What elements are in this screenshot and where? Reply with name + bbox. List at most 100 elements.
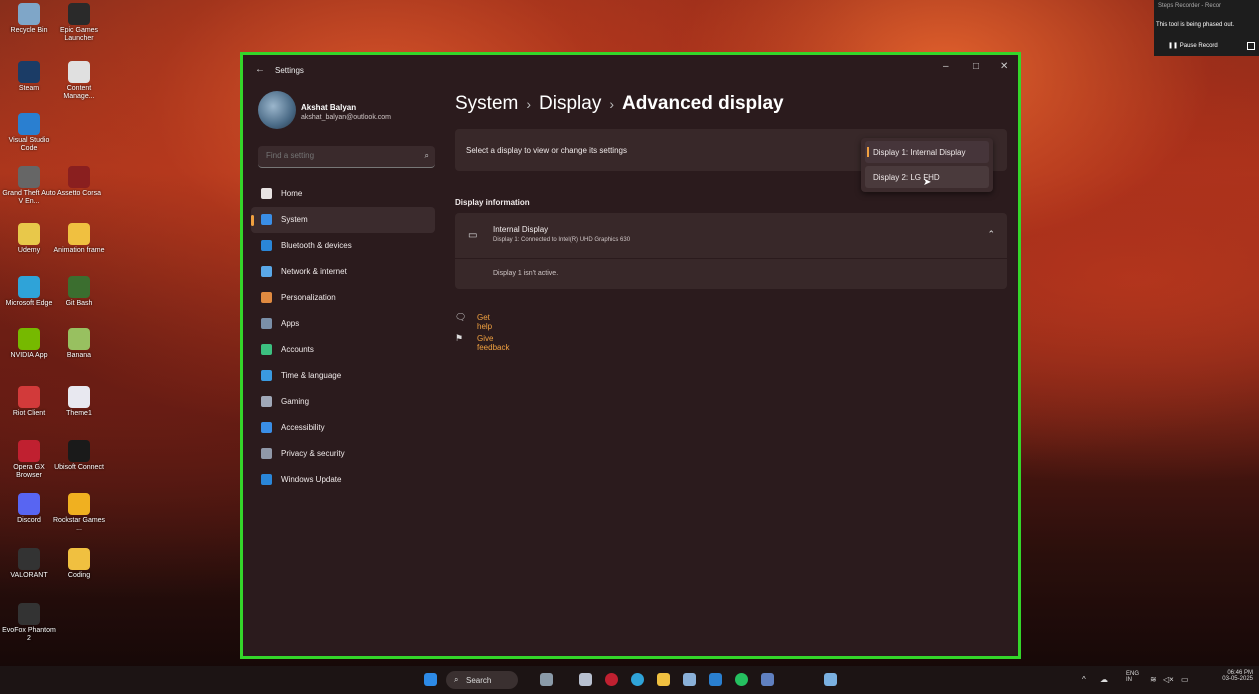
edge-icon[interactable] <box>631 673 644 686</box>
desktop-icon[interactable]: Assetto Corsa <box>52 166 106 198</box>
sidebar-item-accessibility[interactable]: Accessibility <box>251 415 435 441</box>
gaming-icon <box>261 396 272 407</box>
sidebar-item-network[interactable]: Network & internet <box>251 259 435 285</box>
date: 03-05-2025 <box>1222 676 1253 682</box>
sidebar-item-accounts[interactable]: Accounts <box>251 337 435 363</box>
breadcrumb: System › Display › Advanced display <box>455 93 784 115</box>
desktop-icon[interactable]: Udemy <box>2 223 56 255</box>
selected-indicator <box>867 147 869 157</box>
desktop-icon[interactable]: Microsoft Edge <box>2 276 56 308</box>
app-icon <box>18 493 40 515</box>
chevron-up-icon[interactable]: ⌃ <box>987 229 995 240</box>
maximize-button[interactable]: □ <box>973 61 979 72</box>
pause-record-button[interactable]: ❚❚ Pause Record <box>1168 42 1218 49</box>
desktop-icon-label: Riot Client <box>12 410 46 417</box>
taskbar-search[interactable]: ⌕ Search <box>446 671 518 689</box>
sidebar-item-system[interactable]: System <box>251 207 435 233</box>
desktop-icon[interactable]: VALORANT <box>2 548 56 580</box>
app-icon <box>68 223 90 245</box>
sidebar-item-windows-update[interactable]: Windows Update <box>251 467 435 493</box>
widgets-icon[interactable] <box>540 673 553 686</box>
main-content: System › Display › Advanced display Select a… <box>455 85 1007 656</box>
app-icon[interactable] <box>761 673 774 686</box>
store-icon[interactable] <box>683 673 696 686</box>
app-icon <box>18 328 40 350</box>
desktop-icon[interactable]: Grand Theft Auto V En... <box>2 166 56 206</box>
app-icon <box>68 166 90 188</box>
desktop-icon-label: Epic Games Launcher <box>59 27 99 42</box>
desktop-icon-label: Discord <box>17 517 41 524</box>
desktop-icon[interactable]: Coding <box>52 548 106 580</box>
desktop-icon[interactable]: Content Manage... <box>52 61 106 101</box>
profile-name: Akshat Balyan <box>301 103 357 112</box>
dropdown-option-display-1[interactable]: Display 1: Internal Display <box>865 141 989 163</box>
give-feedback-label: Give feedback <box>477 334 510 352</box>
breadcrumb-system[interactable]: System <box>455 93 518 114</box>
opera-gx-icon[interactable] <box>605 673 618 686</box>
app-icon <box>18 166 40 188</box>
clock[interactable]: 06:46 PM 03-05-2025 <box>1203 670 1253 682</box>
whatsapp-icon[interactable] <box>735 673 748 686</box>
sidebar-item-gaming[interactable]: Gaming <box>251 389 435 415</box>
app-icon <box>18 548 40 570</box>
start-icon[interactable] <box>424 673 437 686</box>
display-name: Internal Display <box>493 225 549 234</box>
desktop-icon-label: Ubisoft Connect <box>54 464 104 471</box>
desktop-icon-label: Assetto Corsa <box>57 190 101 197</box>
close-button[interactable]: ✕ <box>1000 61 1008 72</box>
desktop-icon[interactable]: Ubisoft Connect <box>52 440 106 472</box>
sidebar-item-time-language[interactable]: Time & language <box>251 363 435 389</box>
task-view-icon[interactable] <box>579 673 592 686</box>
battery-icon[interactable]: ▭ <box>1181 675 1189 684</box>
sidebar-item-label: Accounts <box>281 345 314 354</box>
sidebar-item-personalization[interactable]: Personalization <box>251 285 435 311</box>
sidebar: Akshat Balyan akshat_balyan@outlook.com … <box>251 85 435 656</box>
desktop-icon[interactable]: Discord <box>2 493 56 525</box>
stop-record-button[interactable] <box>1247 42 1255 50</box>
minimize-button[interactable]: – <box>943 61 949 72</box>
search-input[interactable] <box>264 150 418 161</box>
desktop-icon[interactable]: Epic Games Launcher <box>52 3 106 43</box>
sidebar-item-bluetooth[interactable]: Bluetooth & devices <box>251 233 435 259</box>
network-icon <box>261 266 272 277</box>
desktop-icon[interactable]: Visual Studio Code <box>2 113 56 153</box>
desktop-icon[interactable]: Opera GX Browser <box>2 440 56 480</box>
avatar[interactable] <box>258 91 296 129</box>
back-button[interactable]: ← <box>255 64 265 75</box>
desktop-icon-label: Visual Studio Code <box>8 137 50 152</box>
sidebar-item-home[interactable]: Home <box>251 181 435 207</box>
divider <box>455 258 1007 259</box>
file-explorer-icon[interactable] <box>657 673 670 686</box>
display-information-heading: Display information <box>455 198 530 207</box>
laptop-icon: ▭ <box>468 230 478 241</box>
language-indicator[interactable]: ENG IN <box>1126 671 1139 683</box>
desktop-icon[interactable]: Rockstar Games ... <box>52 493 106 533</box>
desktop-icon[interactable]: Theme1 <box>52 386 106 418</box>
desktop-icon[interactable]: Riot Client <box>2 386 56 418</box>
sidebar-item-privacy[interactable]: Privacy & security <box>251 441 435 467</box>
mouse-cursor-icon: ➤ <box>923 177 932 188</box>
breadcrumb-display[interactable]: Display <box>539 93 601 114</box>
windows-update-icon <box>261 474 272 485</box>
outlook-icon[interactable] <box>709 673 722 686</box>
desktop-icon[interactable]: Banana <box>52 328 106 360</box>
display-subtitle: Display 1: Connected to Intel(R) UHD Gra… <box>493 237 631 243</box>
cloud-icon[interactable]: ☁ <box>1100 675 1108 684</box>
wifi-icon[interactable]: ≋ <box>1150 675 1157 684</box>
desktop-icon[interactable]: Git Bash <box>52 276 106 308</box>
settings-taskbar-icon[interactable] <box>824 673 837 686</box>
desktop-icon[interactable]: NVIDIA App <box>2 328 56 360</box>
display-info-card[interactable]: ▭ Internal Display Display 1: Connected … <box>455 213 1007 289</box>
desktop-icon-label: Banana <box>66 352 92 359</box>
breadcrumb-separator: › <box>526 96 532 112</box>
app-icon <box>68 3 90 25</box>
desktop-icon[interactable]: Animation frame <box>52 223 106 255</box>
volume-icon[interactable]: ◁× <box>1163 675 1174 684</box>
desktop-icon[interactable]: EvoFox Phantom 2 <box>2 603 56 643</box>
sidebar-item-apps[interactable]: Apps <box>251 311 435 337</box>
steps-recorder-notice: This tool is being phased out. <box>1156 22 1235 28</box>
chevron-up-icon[interactable]: ^ <box>1082 675 1086 684</box>
desktop-icon[interactable]: Recycle Bin <box>2 3 56 35</box>
desktop-icon[interactable]: Steam <box>2 61 56 93</box>
pause-record-label: Pause Record <box>1179 43 1218 49</box>
